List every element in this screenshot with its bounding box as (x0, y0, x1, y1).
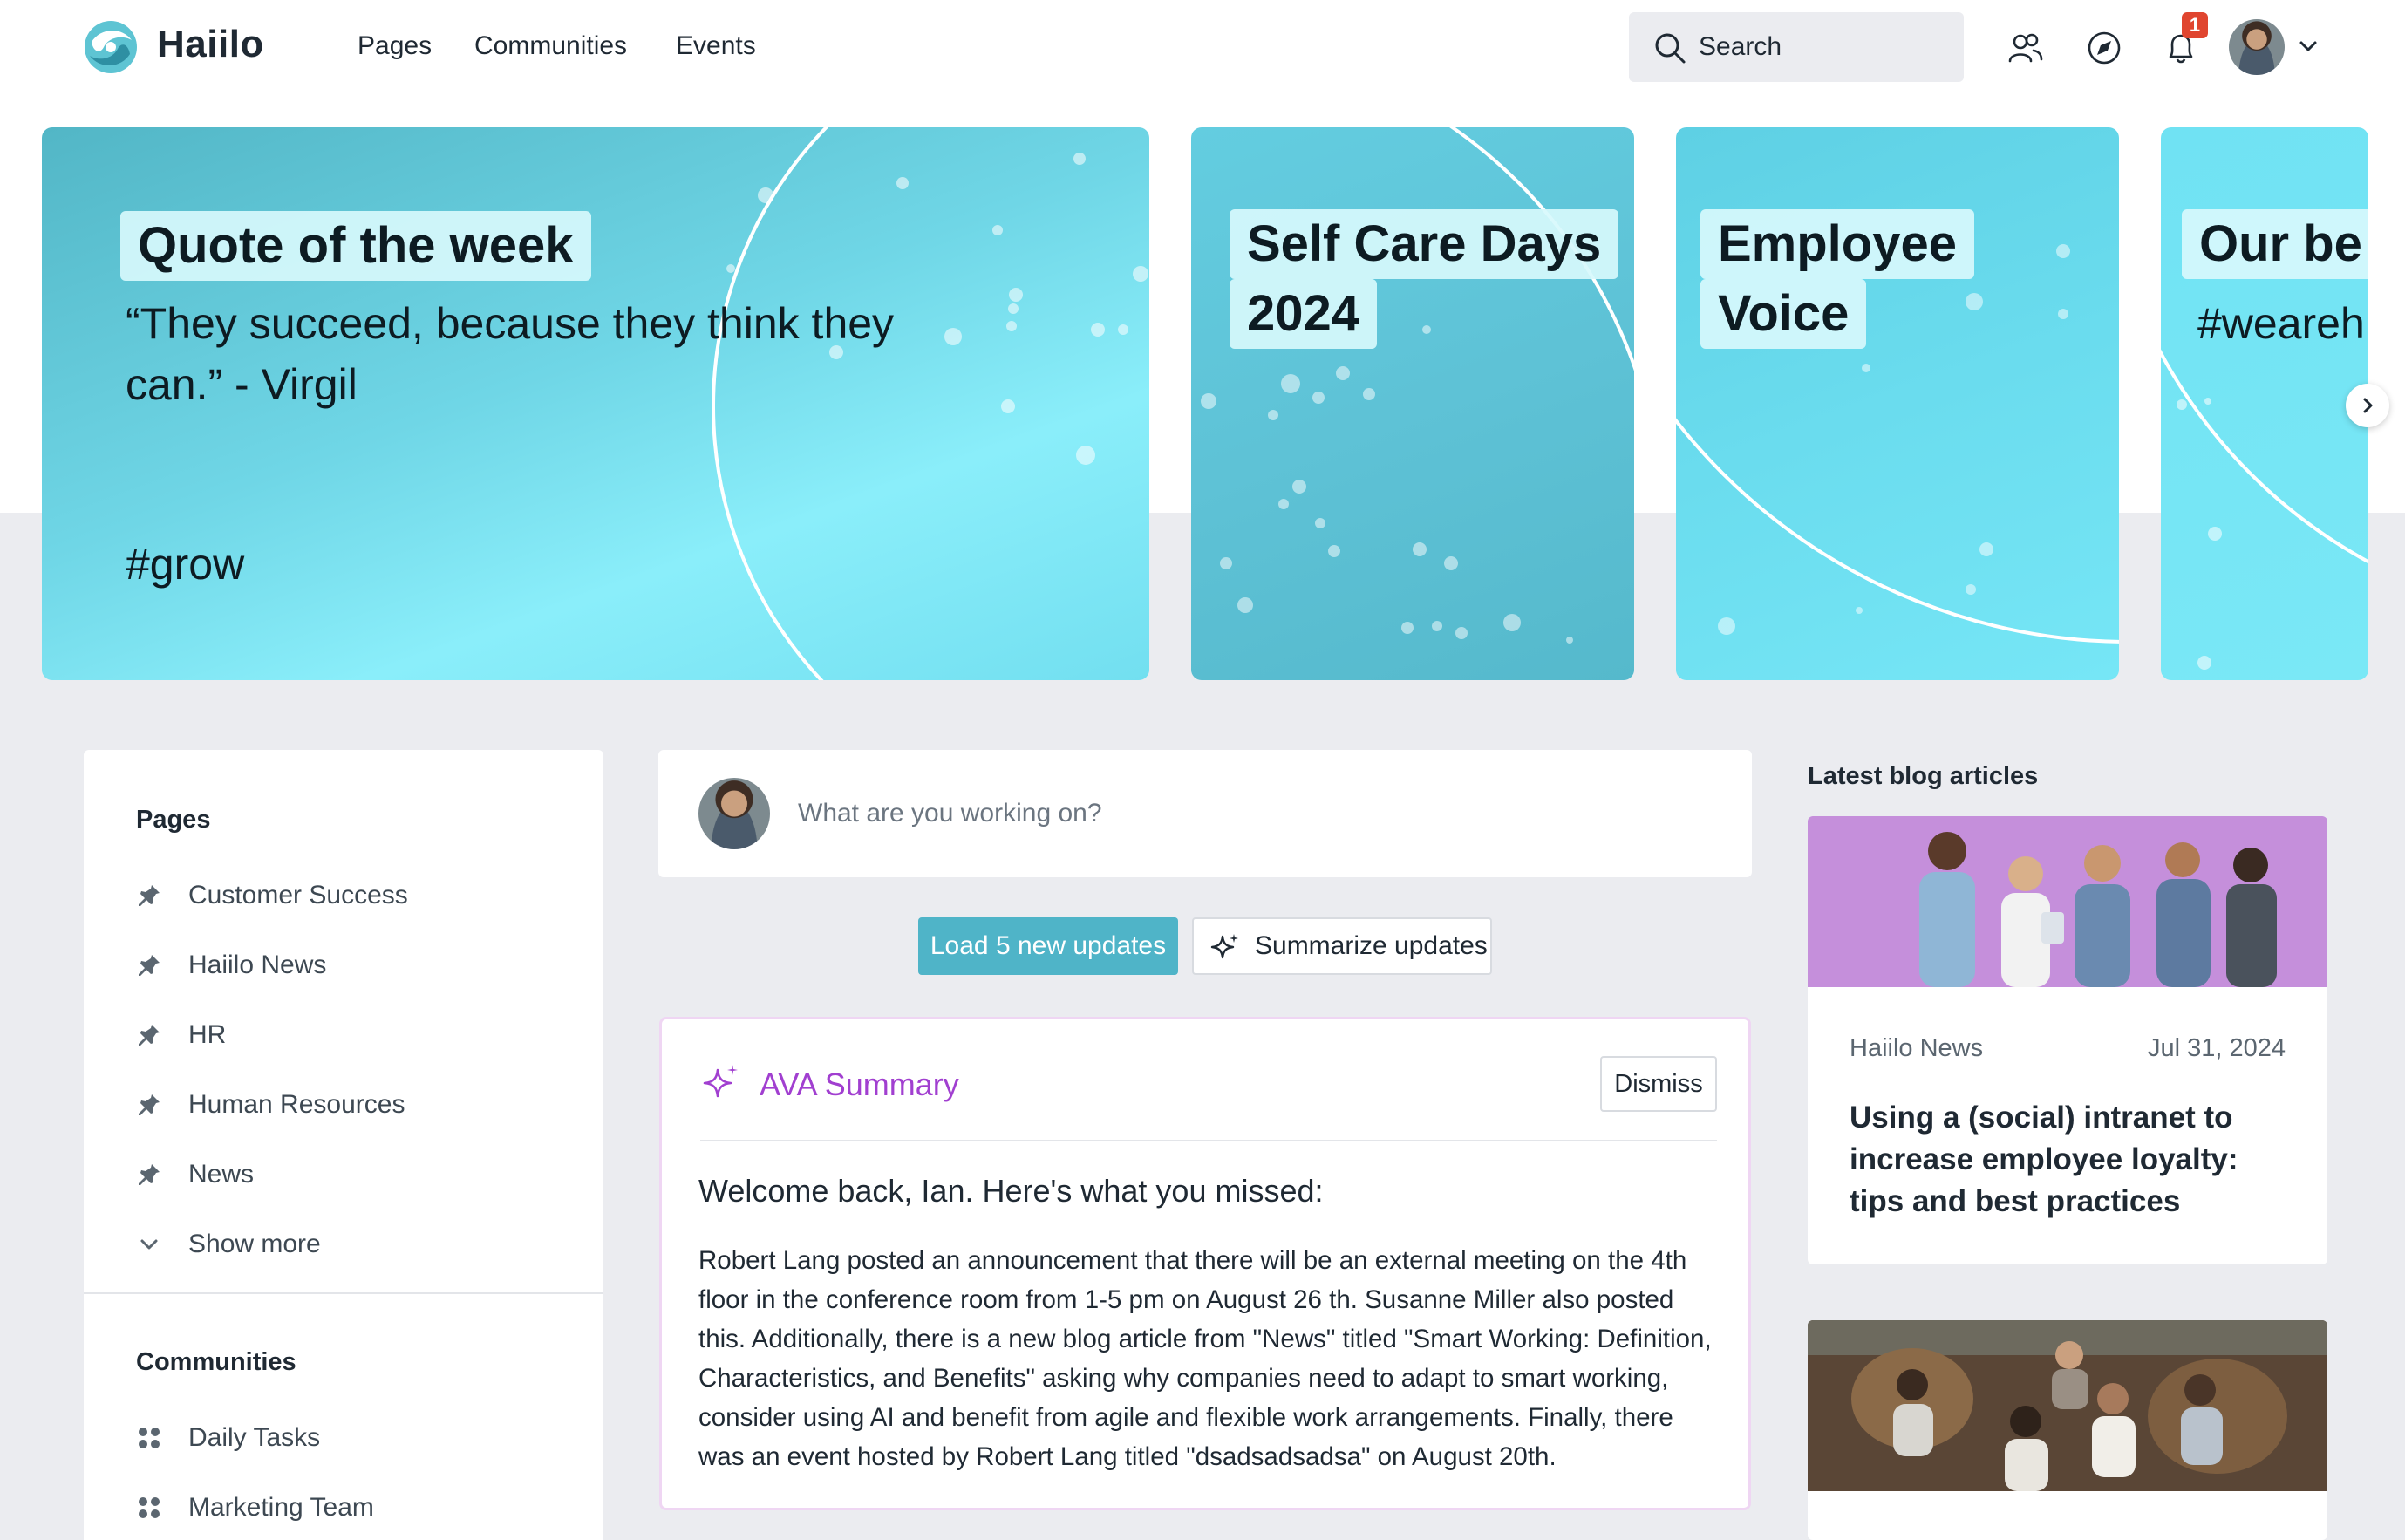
sidebar-item-label: Haiilo News (188, 951, 327, 979)
search-input[interactable] (1699, 28, 1943, 66)
sidebar-item-human-resources[interactable]: Human Resources (136, 1085, 572, 1127)
user-avatar[interactable] (2229, 19, 2285, 75)
chevron-right-icon (2363, 398, 2373, 413)
sidebar-item-label: Daily Tasks (188, 1423, 321, 1452)
nav-link-pages[interactable]: Pages (358, 31, 432, 61)
blog-article-date: Jul 31, 2024 (2147, 1034, 2286, 1062)
hero-card-tag: #grow (126, 540, 245, 589)
sidebar-divider (84, 1292, 603, 1294)
top-navigation: Haiilo Pages Communities Events 1 (0, 0, 2405, 96)
sidebar-item-label: Marketing Team (188, 1493, 374, 1522)
people-icon[interactable] (2007, 30, 2044, 66)
search-icon (1655, 33, 1686, 64)
ava-summary-card: AVA Summary Dismiss Welcome back, Ian. H… (659, 1017, 1751, 1510)
hero-card-tag: #weareh (2197, 299, 2365, 348)
sidebar-item-news[interactable]: News (136, 1155, 572, 1196)
hero-card-quote-text: “They succeed, because they think they c… (126, 299, 895, 409)
carousel-next-button[interactable] (2346, 384, 2389, 427)
hero-card-title-line1: Employee (1700, 209, 1974, 279)
pin-icon (139, 885, 160, 906)
hero-card-title-line2: 2024 (1230, 279, 1378, 349)
community-dots-icon (139, 1428, 160, 1448)
sidebar-item-haiilo-news[interactable]: Haiilo News (136, 945, 572, 987)
hero-card-employee-voice[interactable]: Employee Voice (1676, 127, 2119, 680)
hero-card-title: Our be (2182, 209, 2368, 279)
blog-article-card[interactable]: Haiilo News Jul 31, 2024 Using a (social… (1808, 816, 2327, 1264)
sidebar-item-daily-tasks[interactable]: Daily Tasks (136, 1418, 572, 1460)
blog-article-image (1808, 1320, 2327, 1491)
community-dots-icon (139, 1497, 160, 1518)
sparkle-icon (703, 1065, 738, 1098)
sidebar-communities-title: Communities (136, 1348, 296, 1376)
ava-summary-title: AVA Summary (760, 1066, 959, 1102)
sparkle-icon (1210, 934, 1238, 959)
chevron-down-icon[interactable] (2295, 33, 2321, 59)
ava-divider (700, 1140, 1717, 1141)
ava-welcome-text: Welcome back, Ian. Here's what you misse… (698, 1173, 1324, 1209)
left-sidebar: Pages Customer Success Haiilo News HR Hu… (84, 750, 603, 1540)
load-new-updates-button[interactable]: Load 5 new updates (918, 917, 1178, 975)
blog-article-card[interactable] (1808, 1320, 2327, 1540)
nav-link-communities[interactable]: Communities (474, 31, 627, 61)
pin-icon (139, 1025, 160, 1046)
brand-name[interactable]: Haiilo (157, 23, 264, 66)
latest-blog-articles-title: Latest blog articles (1808, 762, 2039, 790)
sidebar-item-customer-success[interactable]: Customer Success (136, 876, 572, 917)
hero-card-title-line2: Voice (1700, 279, 1867, 349)
hero-card-title-line1: Self Care Days (1230, 209, 1619, 279)
sidebar-item-hr[interactable]: HR (136, 1015, 572, 1057)
composer-input[interactable] (798, 790, 1713, 837)
sidebar-show-more[interactable]: Show more (136, 1224, 572, 1266)
pin-icon (139, 1164, 160, 1185)
composer-avatar (698, 778, 770, 849)
sidebar-pages-title: Pages (136, 806, 211, 834)
sidebar-item-label: Human Resources (188, 1090, 405, 1119)
sidebar-item-label: HR (188, 1020, 227, 1049)
haiilo-logo-icon[interactable] (83, 19, 139, 75)
sidebar-item-label: Customer Success (188, 881, 408, 910)
hero-card-quote[interactable]: Quote of the week “They succeed, because… (42, 127, 1149, 680)
blog-article-image (1808, 816, 2327, 987)
sidebar-item-marketing-team[interactable]: Marketing Team (136, 1488, 572, 1530)
hero-card-title: Quote of the week (120, 211, 591, 281)
pin-icon (139, 1094, 160, 1115)
summarize-updates-button[interactable]: Summarize updates (1192, 917, 1492, 975)
blog-article-source[interactable]: Haiilo News (1850, 1034, 1983, 1063)
search-box[interactable] (1629, 12, 1964, 82)
compass-icon[interactable] (2086, 30, 2122, 66)
hero-card-self-care[interactable]: Self Care Days 2024 (1191, 127, 1634, 680)
chevron-down-icon (140, 1239, 158, 1250)
sidebar-item-label: News (188, 1160, 255, 1189)
nav-link-events[interactable]: Events (676, 31, 756, 61)
blog-article-headline[interactable]: Using a (social) intranet to increase em… (1850, 1097, 2294, 1223)
pin-icon (139, 955, 160, 976)
ava-summary-body: Robert Lang posted an announcement that … (698, 1246, 1712, 1471)
summarize-updates-label: Summarize updates (1255, 931, 1488, 960)
post-composer[interactable] (658, 750, 1752, 877)
sidebar-show-more-label: Show more (188, 1230, 321, 1258)
notification-badge: 1 (2182, 12, 2208, 38)
dismiss-button[interactable]: Dismiss (1600, 1056, 1717, 1112)
hero-card-our-best[interactable]: Our be #weareh (2161, 127, 2368, 680)
